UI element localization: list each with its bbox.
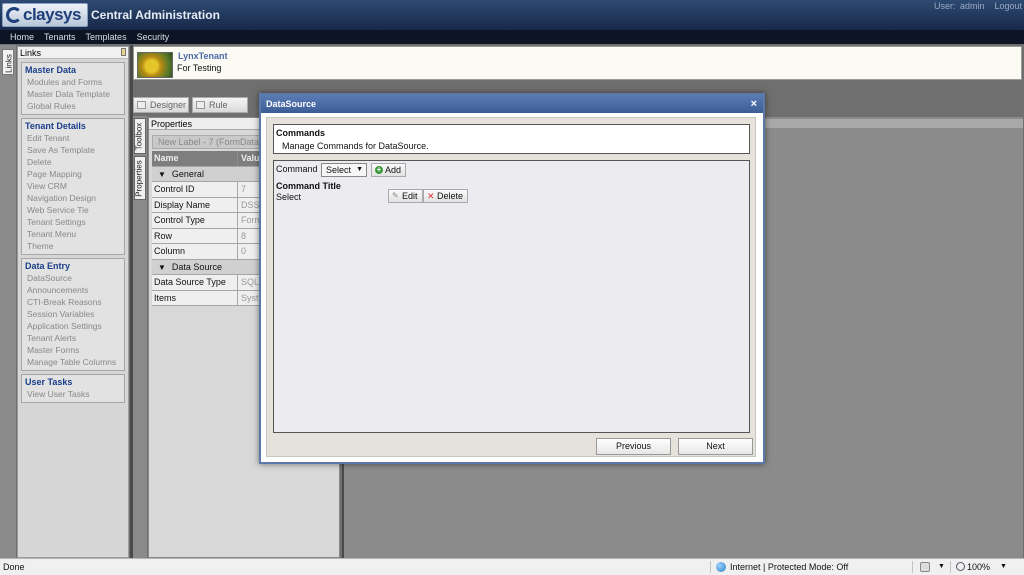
dialog-titlebar[interactable]: DataSource × bbox=[261, 95, 763, 113]
command-label: Command bbox=[276, 164, 318, 174]
commands-title: Commands bbox=[276, 128, 326, 138]
edit-icon: ✎ bbox=[392, 191, 399, 200]
tenant-image bbox=[137, 52, 173, 78]
tools-icon[interactable] bbox=[920, 562, 930, 572]
nav-home[interactable]: Home bbox=[10, 30, 34, 44]
chevron-down-icon: ▼ bbox=[158, 262, 166, 272]
browser-status-bar: Done Internet | Protected Mode: Off ▼ 10… bbox=[0, 558, 1024, 575]
user-label: User: admin bbox=[933, 1, 985, 11]
pin-icon[interactable] bbox=[121, 48, 126, 56]
header-bar: claysys Central Administration User: adm… bbox=[0, 0, 1024, 30]
zoom-icon[interactable] bbox=[956, 562, 965, 571]
chevron-down-icon[interactable]: ▼ bbox=[1000, 559, 1007, 575]
tab-properties[interactable]: Properties bbox=[134, 156, 146, 200]
link-web-service-tie[interactable]: Web Service Tie bbox=[22, 204, 124, 216]
link-tenant-alerts[interactable]: Tenant Alerts bbox=[22, 332, 124, 344]
nav-tenants[interactable]: Tenants bbox=[44, 30, 76, 44]
link-manage-table-columns[interactable]: Manage Table Columns bbox=[22, 356, 124, 368]
link-view-crm[interactable]: View CRM bbox=[22, 180, 124, 192]
link-datasource[interactable]: DataSource bbox=[22, 272, 124, 284]
next-button[interactable]: Next bbox=[678, 438, 753, 455]
delete-button[interactable]: ✕ Delete bbox=[423, 189, 469, 203]
command-title-value: Select bbox=[276, 192, 302, 202]
command-select[interactable]: Select ▼ bbox=[321, 163, 367, 177]
logout-link[interactable]: Logout bbox=[994, 1, 1022, 11]
link-master-data-template[interactable]: Master Data Template bbox=[22, 88, 124, 100]
link-view-user-tasks[interactable]: View User Tasks bbox=[22, 388, 124, 400]
nav-security[interactable]: Security bbox=[137, 30, 170, 44]
app-title: Central Administration bbox=[91, 8, 220, 22]
status-separator bbox=[950, 561, 951, 573]
logo-swirl-icon bbox=[6, 7, 22, 23]
link-theme[interactable]: Theme bbox=[22, 240, 124, 252]
designer-button[interactable]: Designer bbox=[133, 97, 189, 113]
rule-icon bbox=[196, 101, 205, 109]
links-title: Links bbox=[20, 48, 42, 58]
link-navigation-design[interactable]: Navigation Design bbox=[22, 192, 124, 204]
previous-button[interactable]: Previous bbox=[596, 438, 671, 455]
group-title[interactable]: Tenant Details bbox=[22, 120, 124, 132]
tenant-name[interactable]: LynxTenant bbox=[178, 51, 228, 61]
group-tenant-details: Tenant Details Edit Tenant Save As Templ… bbox=[21, 118, 125, 255]
link-save-as-template[interactable]: Save As Template bbox=[22, 144, 124, 156]
chevron-down-icon: ▼ bbox=[158, 169, 166, 179]
claysys-logo: claysys bbox=[2, 3, 88, 27]
link-application-settings[interactable]: Application Settings bbox=[22, 320, 124, 332]
links-tab[interactable]: Links bbox=[2, 49, 14, 75]
edit-button[interactable]: ✎ Edit bbox=[388, 189, 423, 203]
link-delete[interactable]: Delete bbox=[22, 156, 124, 168]
link-edit-tenant[interactable]: Edit Tenant bbox=[22, 132, 124, 144]
designer-toolbar: Designer Rule bbox=[133, 96, 263, 114]
dialog-body: Commands Manage Commands for DataSource.… bbox=[266, 117, 756, 457]
globe-icon bbox=[716, 562, 726, 572]
dropdown-arrow-icon: ▼ bbox=[356, 166, 363, 173]
delete-icon: ✕ bbox=[427, 191, 435, 201]
group-title[interactable]: User Tasks bbox=[22, 376, 124, 388]
close-icon[interactable]: × bbox=[751, 95, 757, 113]
link-modules-and-forms[interactable]: Modules and Forms bbox=[22, 76, 124, 88]
dialog-title: DataSource bbox=[266, 99, 317, 109]
designer-icon bbox=[137, 101, 146, 109]
group-title[interactable]: Master Data bbox=[22, 64, 124, 76]
status-separator bbox=[710, 561, 711, 573]
status-text: Done bbox=[3, 562, 25, 572]
link-announcements[interactable]: Announcements bbox=[22, 284, 124, 296]
zoom-level[interactable]: 100% bbox=[967, 559, 990, 575]
security-zone[interactable]: Internet | Protected Mode: Off bbox=[730, 559, 848, 575]
group-master-data: Master Data Modules and Forms Master Dat… bbox=[21, 62, 125, 115]
tenant-info-panel: LynxTenant For Testing bbox=[133, 46, 1022, 80]
link-session-variables[interactable]: Session Variables bbox=[22, 308, 124, 320]
commands-panel: Command Select ▼ + Add Command Title Sele… bbox=[273, 160, 750, 433]
user-info: User: admin Logout bbox=[924, 1, 1022, 11]
nav-templates[interactable]: Templates bbox=[86, 30, 127, 44]
left-tab-strip: Links bbox=[0, 45, 16, 558]
commands-info-box: Commands Manage Commands for DataSource. bbox=[273, 124, 750, 154]
rule-button[interactable]: Rule bbox=[192, 97, 248, 113]
group-data-entry: Data Entry DataSource Announcements CTI-… bbox=[21, 258, 125, 371]
logo-text: claysys bbox=[23, 5, 81, 24]
command-title-label: Command Title bbox=[276, 181, 341, 191]
tab-toolbox[interactable]: Toolbox bbox=[134, 118, 146, 154]
tenant-description: For Testing bbox=[177, 63, 222, 73]
link-global-rules[interactable]: Global Rules bbox=[22, 100, 124, 112]
commands-description: Manage Commands for DataSource. bbox=[282, 141, 429, 151]
add-icon: + bbox=[375, 165, 383, 174]
main-nav: Home Tenants Templates Security bbox=[0, 30, 1024, 44]
links-panel: Links Master Data Modules and Forms Mast… bbox=[17, 46, 129, 558]
link-cti-break-reasons[interactable]: CTI-Break Reasons bbox=[22, 296, 124, 308]
group-title[interactable]: Data Entry bbox=[22, 260, 124, 272]
links-header: Links bbox=[18, 47, 128, 59]
chevron-down-icon[interactable]: ▼ bbox=[938, 559, 945, 575]
side-tab-strip: Toolbox Properties bbox=[133, 116, 147, 558]
add-button[interactable]: + Add bbox=[371, 163, 407, 177]
link-page-mapping[interactable]: Page Mapping bbox=[22, 168, 124, 180]
link-master-forms[interactable]: Master Forms bbox=[22, 344, 124, 356]
group-user-tasks: User Tasks View User Tasks bbox=[21, 374, 125, 403]
status-separator bbox=[912, 561, 913, 573]
link-tenant-menu[interactable]: Tenant Menu bbox=[22, 228, 124, 240]
link-tenant-settings[interactable]: Tenant Settings bbox=[22, 216, 124, 228]
datasource-dialog: DataSource × Commands Manage Commands fo… bbox=[259, 93, 765, 464]
